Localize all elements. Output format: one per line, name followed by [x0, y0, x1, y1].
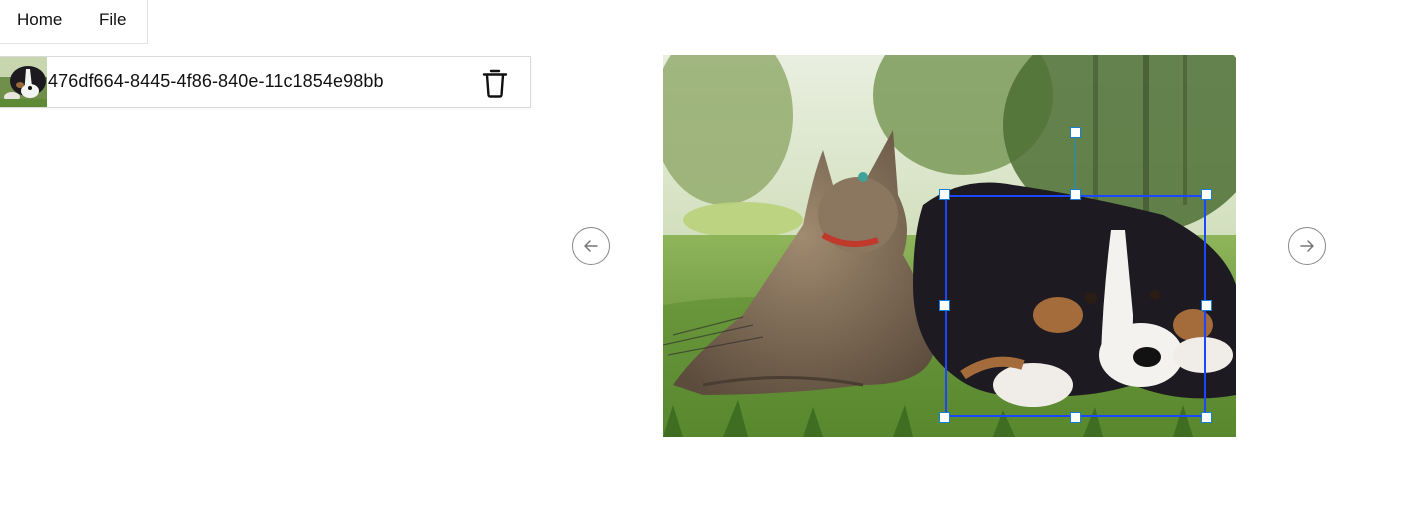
resize-handle-right[interactable] — [1201, 300, 1212, 311]
file-thumbnail — [0, 57, 47, 107]
arrow-right-icon — [1300, 240, 1314, 252]
rotate-handle[interactable] — [1070, 127, 1081, 138]
resize-handle-bottom[interactable] — [1070, 412, 1081, 423]
top-nav: Home File — [0, 0, 148, 44]
rotate-connector — [1075, 132, 1076, 195]
prev-image-button[interactable] — [572, 227, 610, 265]
resize-handle-bottom-right[interactable] — [1201, 412, 1212, 423]
resize-handle-left[interactable] — [939, 300, 950, 311]
resize-handle-top-right[interactable] — [1201, 189, 1212, 200]
resize-handle-bottom-left[interactable] — [939, 412, 950, 423]
nav-home-link[interactable]: Home — [17, 10, 62, 30]
next-image-button[interactable] — [1288, 227, 1326, 265]
resize-handle-top[interactable] — [1070, 189, 1081, 200]
bounding-box-selection[interactable] — [945, 195, 1206, 417]
trash-icon[interactable] — [480, 67, 510, 99]
file-list-item[interactable]: 476df664-8445-4f86-840e-11c1854e98bb — [0, 56, 531, 108]
resize-handle-top-left[interactable] — [939, 189, 950, 200]
arrow-left-icon — [584, 240, 598, 252]
nav-file-link[interactable]: File — [99, 10, 126, 30]
file-name: 476df664-8445-4f86-840e-11c1854e98bb — [48, 71, 384, 91]
